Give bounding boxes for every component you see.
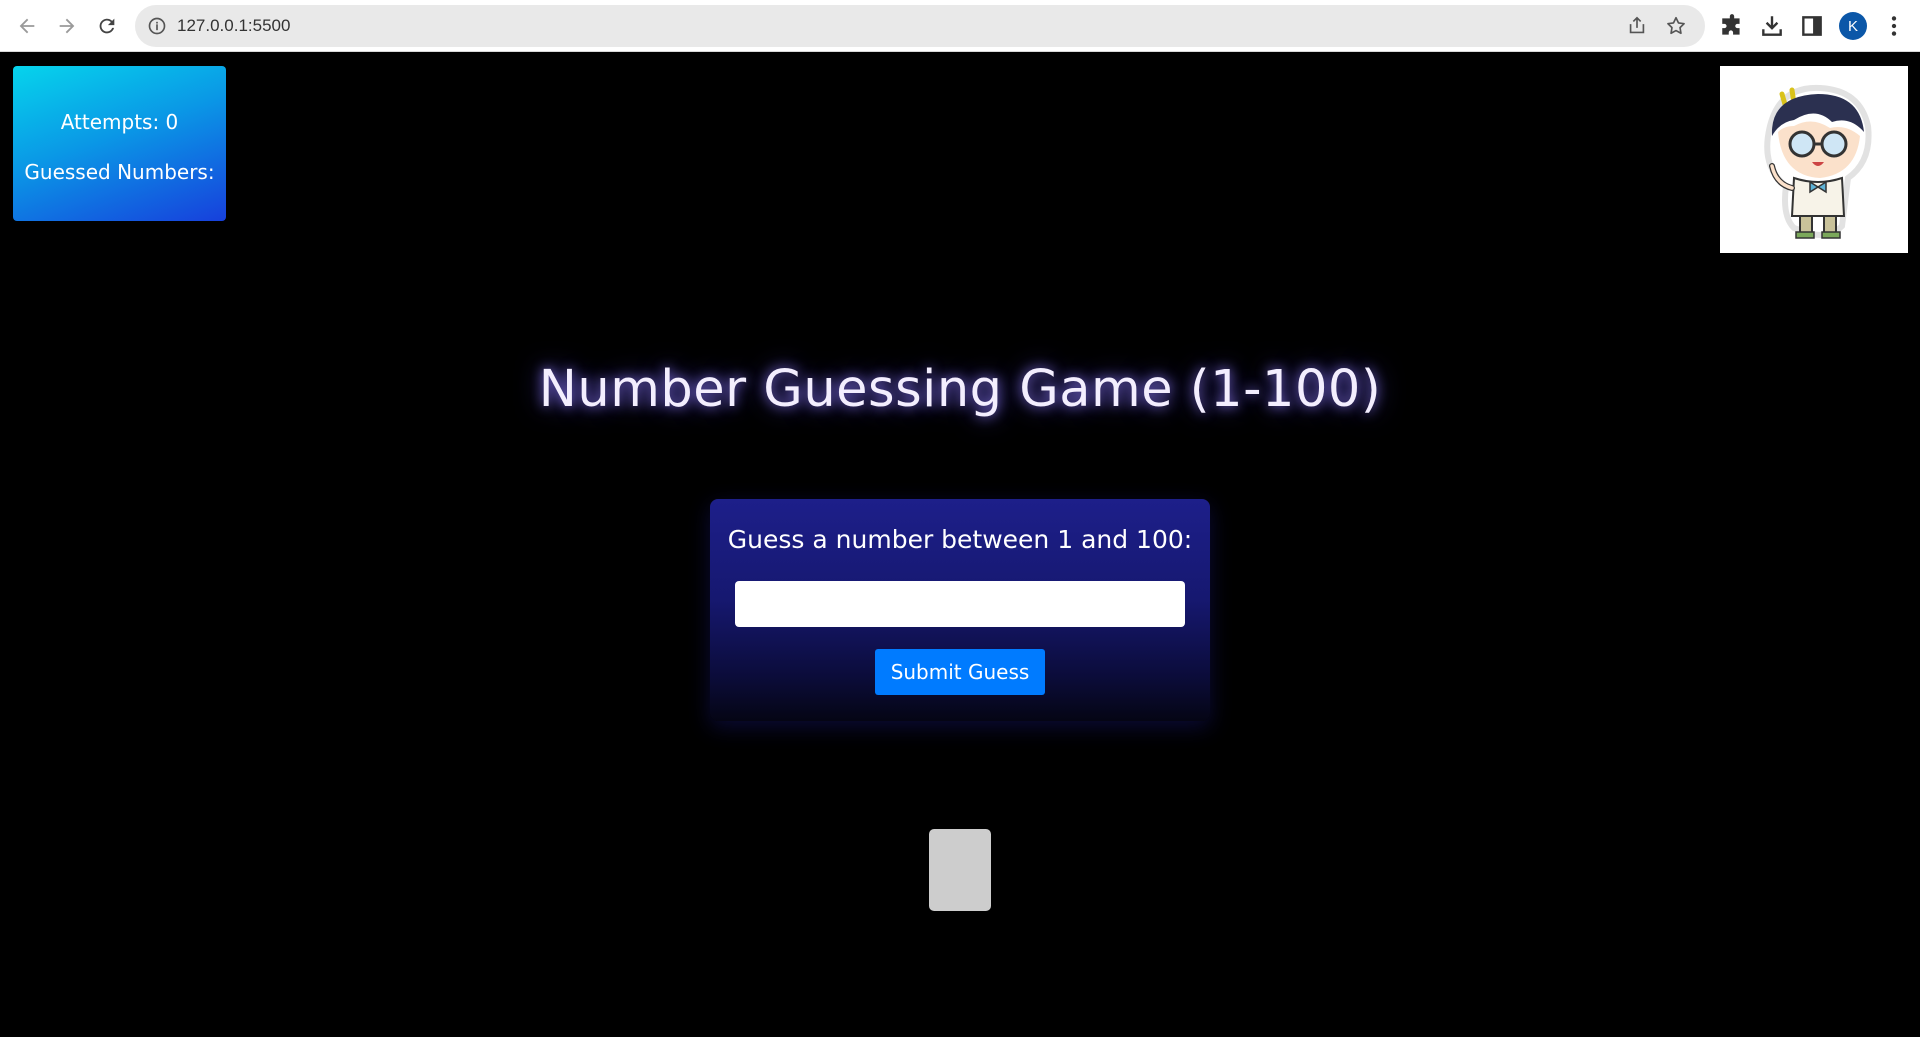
star-icon[interactable]	[1665, 15, 1687, 37]
reload-icon	[99, 18, 115, 34]
reload-button[interactable]	[91, 10, 123, 42]
stats-panel: Attempts: 0 Guessed Numbers:	[13, 66, 226, 221]
side-panel-icon[interactable]	[1799, 13, 1825, 39]
mascot-image	[1720, 66, 1908, 253]
guess-form: Guess a number between 1 and 100: Submit…	[710, 499, 1210, 721]
submit-guess-button[interactable]: Submit Guess	[875, 649, 1045, 695]
forward-button[interactable]	[51, 10, 83, 42]
cartoon-boy-icon	[1764, 84, 1872, 239]
result-box	[929, 829, 991, 911]
guess-prompt-label: Guess a number between 1 and 100:	[727, 525, 1193, 554]
share-icon[interactable]	[1626, 15, 1648, 37]
menu-icon[interactable]	[1881, 13, 1907, 39]
guess-input[interactable]	[735, 581, 1185, 627]
page-title: Number Guessing Game (1-100)	[538, 360, 1382, 419]
back-button[interactable]	[11, 10, 43, 42]
extensions-icon[interactable]	[1719, 13, 1745, 39]
profile-avatar[interactable]: K	[1839, 12, 1867, 40]
browser-toolbar: 127.0.0.1:5500 K	[0, 0, 1920, 52]
forward-icon	[59, 18, 75, 34]
download-icon[interactable]	[1759, 13, 1785, 39]
url-text: 127.0.0.1:5500	[177, 16, 291, 35]
address-bar[interactable]: 127.0.0.1:5500	[135, 5, 1705, 47]
attempts-counter: Attempts: 0	[60, 110, 179, 134]
back-icon	[19, 18, 35, 34]
guessed-numbers-label: Guessed Numbers:	[24, 160, 215, 184]
info-icon[interactable]	[147, 16, 167, 36]
